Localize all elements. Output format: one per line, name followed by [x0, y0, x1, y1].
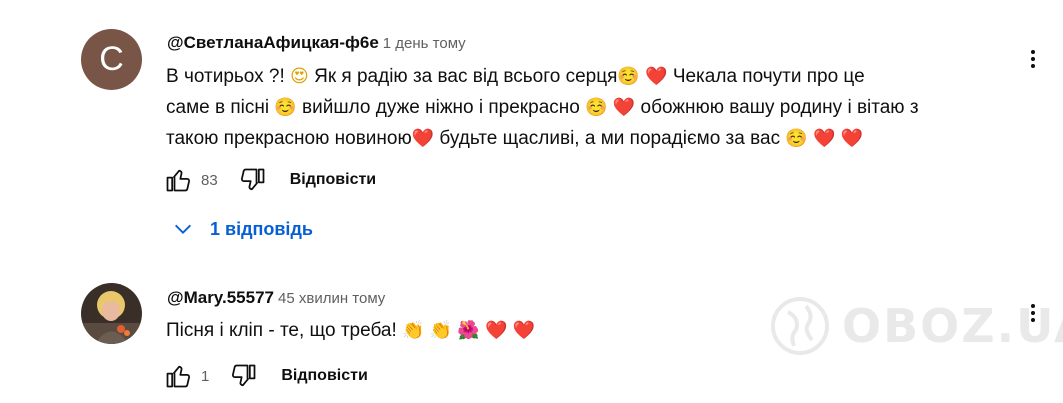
like-icon	[166, 365, 190, 388]
replies-toggle[interactable]: 1 відповідь	[172, 218, 313, 240]
avatar-photo	[81, 283, 142, 344]
globe-icon	[771, 297, 829, 355]
watermark-text: OBOZ.UA	[842, 299, 1063, 353]
dislike-button[interactable]	[229, 361, 259, 391]
comment-header: @Mary.55577 45 хвилин тому	[167, 288, 385, 308]
author-name[interactable]: @Mary.55577	[167, 288, 274, 307]
clapping-hands-emoji: 👏	[402, 320, 425, 341]
red-heart-emoji: ❤️	[645, 66, 668, 87]
dislike-icon	[240, 168, 265, 191]
comment-text-segment: Пісня і кліп - те, що треба!	[166, 320, 403, 341]
comment-text-segment: Чекала почути про це	[667, 66, 865, 87]
avatar-letter: С	[99, 40, 124, 78]
replies-toggle-label: 1 відповідь	[210, 218, 313, 239]
reply-button[interactable]: Відповісти	[281, 367, 367, 385]
red-heart-emoji: ❤️	[512, 320, 536, 341]
hibiscus-emoji: 🌺	[457, 320, 480, 341]
comment-actions: 83 Відповісти	[163, 165, 376, 195]
chevron-down-icon	[175, 224, 191, 234]
red-heart-emoji: ❤️	[813, 128, 836, 149]
comment-text-segment: В чотирьох ?!	[166, 66, 291, 87]
comment-line: саме в пісні ☺️ вийшло дуже ніжно і прек…	[166, 92, 1016, 123]
comment-header: @СветланаАфицкая-ф6е 1 день тому	[167, 33, 466, 53]
heart-eyes-emoji: 😍	[290, 66, 309, 87]
red-heart-emoji: ❤️	[485, 320, 508, 341]
reply-button[interactable]: Відповісти	[290, 171, 376, 189]
comment-text-segment: Як я радію за вас від всього серця	[308, 66, 618, 87]
smiling-face-emoji: ☺️	[785, 128, 808, 149]
more-vert-icon[interactable]	[1023, 46, 1043, 72]
comment-text-segment: саме в пісні	[166, 97, 275, 118]
comment-time[interactable]: 45 хвилин тому	[278, 290, 385, 307]
dislike-button[interactable]	[238, 165, 268, 195]
like-icon	[166, 169, 190, 192]
smiling-face-emoji: ☺️	[585, 97, 608, 118]
comment-text-segment: обожнюю вашу родину і вітаю з	[635, 97, 919, 118]
smiling-face-emoji: ☺️	[617, 66, 640, 87]
red-heart-emoji: ❤️	[612, 97, 636, 118]
comment-text-segment: вийшло дуже ніжно і прекрасно	[296, 97, 586, 118]
comment-time[interactable]: 1 день тому	[383, 35, 466, 52]
comment-text: В чотирьох ?! 😍 Як я радію за вас від вс…	[166, 61, 1016, 154]
dislike-icon	[232, 364, 256, 387]
like-count: 83	[201, 171, 218, 189]
comment-line: В чотирьох ?! 😍 Як я радію за вас від вс…	[166, 61, 1016, 92]
red-heart-emoji: ❤️	[411, 128, 435, 149]
like-button[interactable]	[163, 165, 193, 195]
like-button[interactable]	[163, 361, 193, 391]
avatar[interactable]: С	[81, 29, 142, 90]
like-count: 1	[201, 367, 210, 385]
comment-text-segment: будьте щасливі, а ми порадіємо за вас	[434, 128, 786, 149]
author-name[interactable]: @СветланаАфицкая-ф6е	[167, 33, 379, 52]
watermark: OBOZ.UA	[770, 296, 1063, 356]
comment-text-segment: такою прекрасною новиною	[166, 128, 412, 149]
avatar[interactable]	[81, 283, 142, 344]
comment-line: такою прекрасною новиною❤️ будьте щаслив…	[166, 123, 1016, 154]
smiling-face-emoji: ☺️	[274, 97, 297, 118]
red-heart-emoji: ❤️	[840, 128, 864, 149]
clapping-hands-emoji: 👏	[429, 320, 453, 341]
comment-actions: 1 Відповісти	[163, 361, 368, 391]
